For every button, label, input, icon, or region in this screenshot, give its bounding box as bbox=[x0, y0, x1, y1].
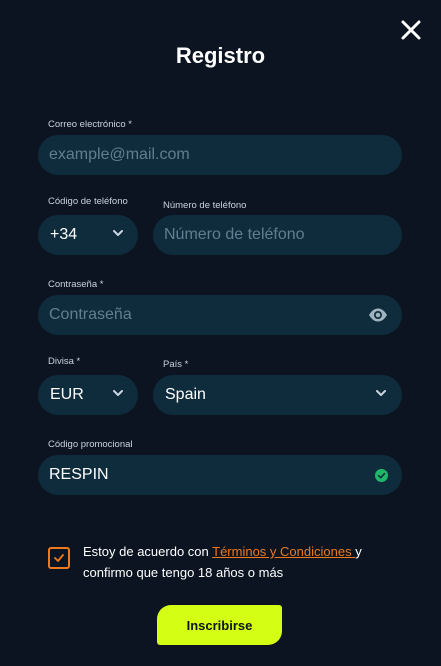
password-field[interactable]: Contraseña bbox=[38, 295, 402, 335]
phone-number-field[interactable]: Número de teléfono bbox=[153, 215, 402, 255]
terms-prefix: Estoy de acuerdo con bbox=[83, 544, 213, 559]
close-icon[interactable] bbox=[400, 19, 422, 41]
eye-icon[interactable] bbox=[368, 307, 388, 323]
terms-text: Estoy de acuerdo con Términos y Condicio… bbox=[83, 541, 403, 583]
promo-value: RESPIN bbox=[49, 466, 109, 483]
chevron-down-icon bbox=[113, 230, 123, 236]
password-placeholder: Contraseña bbox=[49, 306, 132, 323]
phone-code-label: Código de teléfono bbox=[48, 196, 128, 207]
submit-button[interactable]: Inscribirse bbox=[157, 605, 282, 645]
check-circle-icon bbox=[375, 469, 388, 482]
phone-number-label: Número de teléfono bbox=[163, 200, 247, 211]
country-value: Spain bbox=[165, 386, 206, 403]
chevron-down-icon bbox=[376, 390, 386, 396]
currency-select[interactable]: EUR bbox=[38, 375, 138, 415]
country-label: País * bbox=[163, 359, 189, 370]
checkmark-icon bbox=[54, 554, 64, 562]
terms-link[interactable]: Términos y Condiciones bbox=[212, 544, 355, 559]
terms-checkbox[interactable] bbox=[48, 547, 70, 569]
phone-code-value: +34 bbox=[50, 226, 78, 243]
promo-field[interactable]: RESPIN bbox=[38, 455, 402, 495]
phone-number-placeholder: Número de teléfono bbox=[164, 226, 305, 243]
promo-label: Código promocional bbox=[48, 439, 133, 450]
password-label: Contraseña * bbox=[48, 279, 104, 290]
page-title: Registro bbox=[175, 43, 266, 68]
phone-code-select[interactable]: +34 bbox=[38, 215, 138, 255]
currency-value: EUR bbox=[50, 386, 84, 403]
email-field[interactable]: example@mail.com bbox=[38, 135, 402, 175]
country-select[interactable]: Spain bbox=[153, 375, 402, 415]
chevron-down-icon bbox=[113, 390, 123, 396]
email-placeholder: example@mail.com bbox=[49, 146, 190, 163]
email-label: Correo electrónico * bbox=[48, 119, 132, 130]
currency-label: Divisa * bbox=[48, 356, 81, 367]
